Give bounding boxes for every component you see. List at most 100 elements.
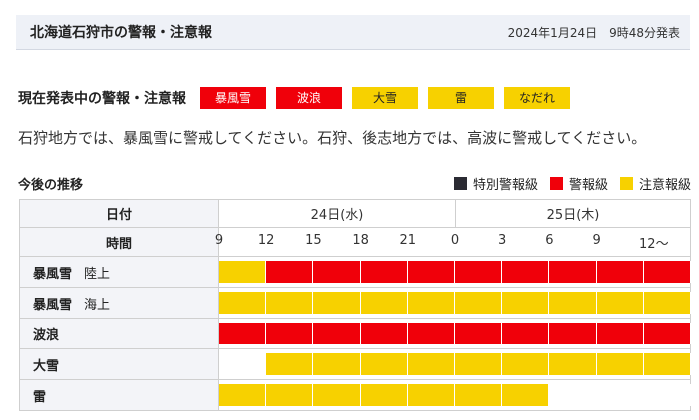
row-label: 波浪 <box>20 319 219 348</box>
forecast-cell-warning <box>549 323 597 344</box>
table-row-thunder: 雷 <box>20 380 691 410</box>
row-label-name: 波浪 <box>33 328 60 343</box>
legend-swatch-advisory <box>619 177 633 190</box>
forecast-cell-advisory <box>266 292 314 314</box>
alert-tag-thunder[interactable]: 雷 <box>428 87 494 109</box>
legend-swatch-special <box>453 177 467 190</box>
time-tick: 3 <box>498 233 507 248</box>
legend-label-advisory: 注意報級 <box>638 178 691 193</box>
forecast-cell-advisory <box>313 292 361 314</box>
forecast-cell-advisory <box>360 292 408 314</box>
alert-tag-avalanche[interactable]: なだれ <box>504 87 570 109</box>
time-tick: 9 <box>214 233 224 248</box>
forecast-cell-none <box>644 384 691 406</box>
row-label-sub: 海上 <box>84 297 111 313</box>
legend-item-advisory: 注意報級 <box>619 174 691 193</box>
forecast-cell-advisory <box>219 384 267 406</box>
date-row: 日付 24日(水) 25日(木) <box>20 200 690 228</box>
forecast-cell-advisory <box>455 292 503 314</box>
forecast-cell-advisory <box>360 353 408 375</box>
forecast-cell-warning <box>266 323 314 344</box>
time-tick: 21 <box>399 233 417 248</box>
forecast-cell-advisory <box>313 353 361 375</box>
forecast-cell-advisory <box>407 353 455 375</box>
forecast-cell-advisory <box>502 292 550 314</box>
forecast-cell-warning <box>266 261 314 283</box>
trend-title: 今後の推移 <box>18 178 84 193</box>
alert-tag-storm-snow[interactable]: 暴風雪 <box>200 87 266 109</box>
forecast-cell-none <box>597 384 644 406</box>
time-tick: 0 <box>450 233 460 248</box>
forecast-cell-none <box>219 353 267 375</box>
row-cells <box>219 319 691 348</box>
forecast-cell-warning <box>360 261 408 283</box>
page-title: 北海道石狩市の警報・注意報 <box>30 25 212 41</box>
forecast-cell-advisory <box>407 292 455 314</box>
row-label-name: 大雪 <box>33 358 60 374</box>
forecast-cell-warning <box>502 323 550 344</box>
forecast-cell-advisory <box>407 384 455 406</box>
forecast-cell-advisory <box>455 384 503 406</box>
forecast-cell-advisory <box>596 292 644 314</box>
forecast-cell-advisory <box>219 261 267 283</box>
forecast-cell-warning <box>643 323 691 344</box>
legend-item-special: 特別警報級 <box>453 174 538 193</box>
forecast-cell-advisory <box>596 353 644 375</box>
table-row-storm-sea: 暴風雪 海上 <box>20 288 691 319</box>
forecast-cell-warning <box>596 261 644 283</box>
forecast-cell-warning <box>643 261 691 283</box>
row-label-name: 暴風雪 <box>33 297 73 313</box>
time-tick: 12 <box>257 233 275 248</box>
table-row-storm-land: 暴風雪 陸上 <box>20 257 691 288</box>
forecast-cell-warning <box>219 323 267 344</box>
forecast-cell-warning <box>313 261 361 283</box>
forecast-cell-advisory <box>313 384 361 406</box>
row-label: 大雪 <box>20 349 219 379</box>
forecast-cell-warning <box>455 323 503 344</box>
forecast-table: 日付 24日(水) 25日(木) 時間 9 12 15 18 21 0 3 6 9 12〜 暴風雪… <box>19 199 691 411</box>
date-header: 日付 <box>20 200 219 227</box>
forecast-cell-warning <box>455 261 503 283</box>
current-alerts: 現在発表中の警報・注意報 暴風雪 波浪 大雪 雷 なだれ <box>18 87 580 109</box>
forecast-cell-warning <box>549 261 597 283</box>
table-row-heavy-snow: 大雪 <box>20 349 691 380</box>
time-tick: 18 <box>352 233 369 248</box>
row-cells <box>219 257 691 287</box>
page-header: 北海道石狩市の警報・注意報 2024年1月24日 9時48分発表 <box>16 15 690 50</box>
row-cells <box>219 380 691 410</box>
forecast-cell-warning <box>313 323 361 344</box>
row-label: 雷 <box>20 380 219 410</box>
time-header: 時間 <box>20 228 219 256</box>
forecast-cell-advisory <box>549 353 597 375</box>
date-cell-25: 25日(木) <box>546 208 600 223</box>
legend-swatch-warning <box>549 177 563 190</box>
date-cell-24: 24日(水) <box>310 208 364 223</box>
time-tick: 9 <box>592 233 601 248</box>
forecast-cell-advisory <box>455 353 503 375</box>
forecast-cell-advisory <box>502 353 550 375</box>
alert-message: 石狩地方では、暴風雪に警戒してください。石狩、後志地方では、高波に警戒してくださ… <box>18 129 647 147</box>
alert-tag-high-waves[interactable]: 波浪 <box>276 87 342 109</box>
row-label-name: 雷 <box>33 389 47 405</box>
forecast-cell-warning <box>407 261 455 283</box>
row-label: 暴風雪 海上 <box>20 288 219 318</box>
forecast-cell-warning <box>596 323 644 344</box>
row-cells <box>219 349 691 379</box>
row-label: 暴風雪 陸上 <box>20 257 219 287</box>
row-label-sub: 陸上 <box>84 266 111 282</box>
forecast-cell-advisory <box>502 384 550 406</box>
issued-datetime: 2024年1月24日 9時48分発表 <box>507 25 680 40</box>
forecast-cell-advisory <box>266 384 314 406</box>
row-label-name: 暴風雪 <box>33 266 73 282</box>
alert-tag-heavy-snow[interactable]: 大雪 <box>352 87 418 109</box>
time-tick: 12〜 <box>639 237 669 252</box>
forecast-cell-advisory <box>643 353 691 375</box>
forecast-cell-warning <box>360 323 408 344</box>
forecast-cell-advisory <box>266 353 314 375</box>
forecast-cell-advisory <box>549 292 597 314</box>
time-tick: 6 <box>545 233 554 248</box>
forecast-cell-warning <box>407 323 455 344</box>
forecast-cell-advisory <box>360 384 408 406</box>
forecast-cell-warning <box>502 261 550 283</box>
legend: 特別警報級 警報級 注意報級 <box>442 174 691 193</box>
